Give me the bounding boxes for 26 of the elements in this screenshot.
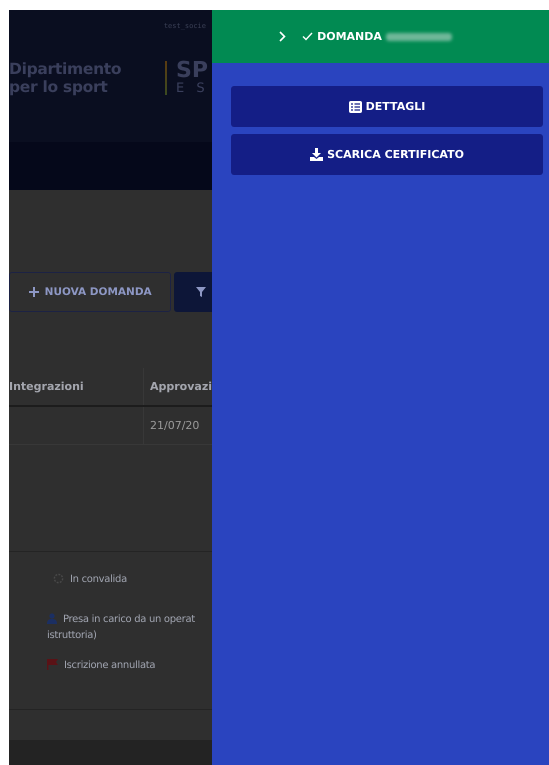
department-name: per lo sport bbox=[9, 78, 108, 96]
download-icon bbox=[310, 148, 324, 161]
chevron-right-icon[interactable] bbox=[279, 31, 286, 42]
brand-name: E S bbox=[176, 82, 209, 96]
person-icon bbox=[47, 613, 57, 624]
plus-icon bbox=[28, 287, 39, 297]
brand-name: SP bbox=[176, 60, 209, 82]
details-button[interactable]: DETTAGLI bbox=[231, 86, 543, 127]
filter-button[interactable] bbox=[174, 272, 212, 312]
legend-text: In convalida bbox=[70, 573, 127, 587]
new-application-button[interactable]: NUOVA DOMANDA bbox=[9, 272, 172, 312]
spinner-icon bbox=[53, 573, 64, 584]
drawer-title: DOMANDA bbox=[317, 30, 382, 43]
download-certificate-button[interactable]: SCARICA CERTIFICATO bbox=[231, 134, 543, 175]
check-icon bbox=[302, 32, 314, 41]
redacted-number bbox=[386, 32, 452, 40]
filter-icon bbox=[196, 287, 206, 297]
flag-icon bbox=[47, 659, 58, 670]
legend-text: Iscrizione annullata bbox=[64, 659, 156, 673]
table-cell-text: 21/07/20 bbox=[149, 418, 200, 434]
column-header: Integrazioni bbox=[9, 368, 144, 405]
list-icon bbox=[348, 100, 362, 112]
department-name: Dipartimento bbox=[9, 60, 122, 78]
legend-text: istruttoria) bbox=[47, 629, 98, 643]
column-header: Approvazi bbox=[148, 379, 212, 395]
legend-text: Presa in carico da un operat bbox=[63, 613, 195, 627]
